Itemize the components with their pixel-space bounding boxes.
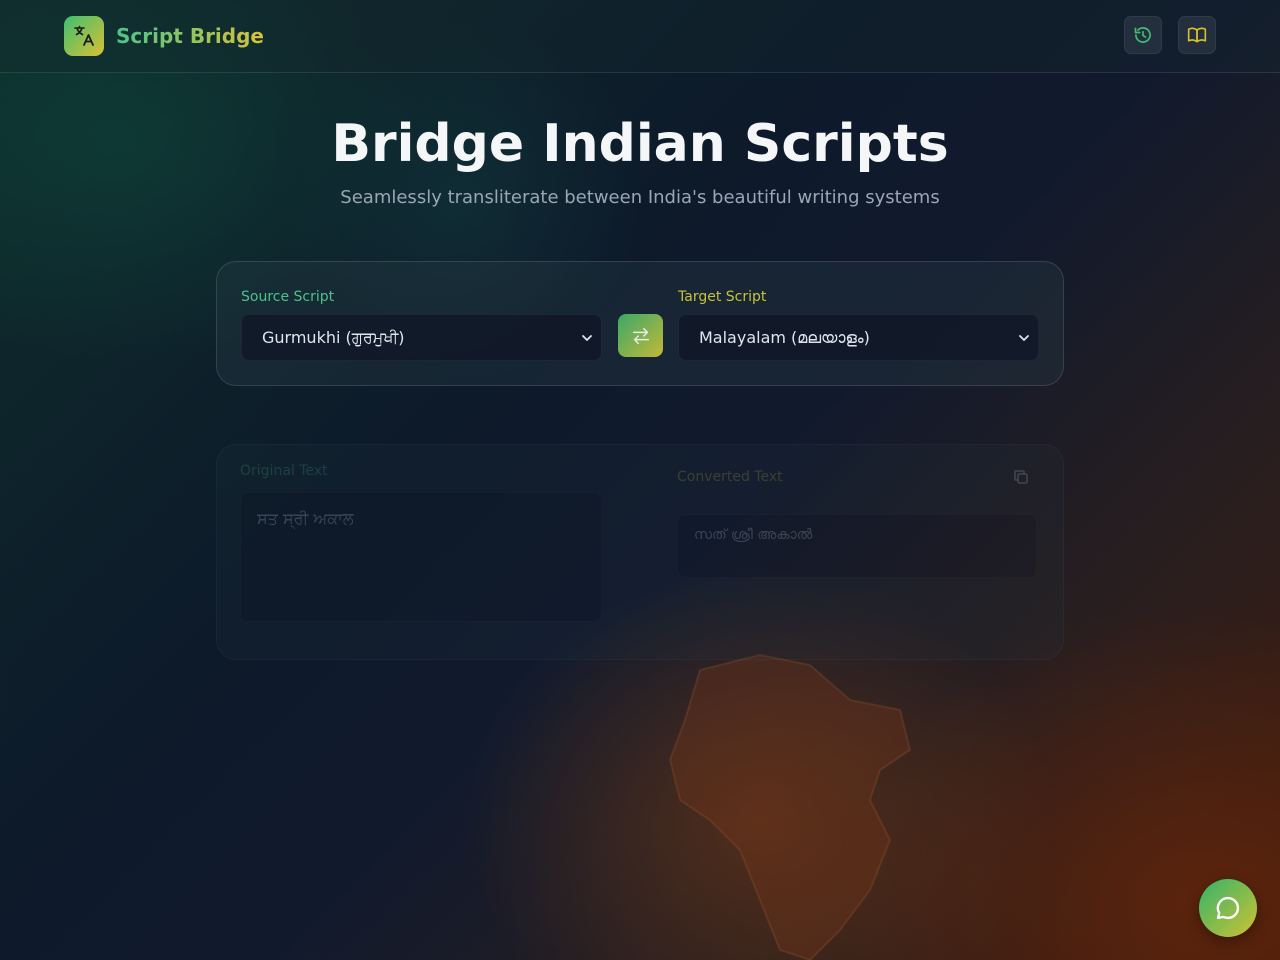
india-map-decoration <box>668 653 912 960</box>
target-script-select[interactable]: Malayalam (മലയാളം) <box>678 314 1039 361</box>
target-script-label: Target Script <box>678 289 767 305</box>
script-selector-panel: Source Script Gurmukhi (ਗੁਰਮੁਖੀ) Target … <box>216 261 1064 386</box>
page-title: Bridge Indian Scripts <box>331 114 949 174</box>
swap-arrows-icon <box>632 327 649 344</box>
source-script-value: Gurmukhi (ਗੁਰਮੁਖੀ) <box>262 327 405 347</box>
source-script-label: Source Script <box>241 289 335 305</box>
page-subtitle: Seamlessly transliterate between India's… <box>340 187 940 208</box>
history-button[interactable] <box>1124 16 1162 54</box>
translate-icon <box>74 25 94 46</box>
converted-text-label: Converted Text <box>677 469 783 485</box>
guide-button[interactable] <box>1178 16 1216 54</box>
chat-button[interactable] <box>1199 879 1257 937</box>
book-icon <box>1187 27 1207 43</box>
chevron-down-icon <box>1019 335 1029 341</box>
chat-bubble-icon <box>1216 896 1240 920</box>
swap-scripts-button[interactable] <box>618 314 663 357</box>
chevron-down-icon <box>582 335 592 341</box>
history-icon <box>1134 27 1151 43</box>
top-header: Script Bridge <box>0 0 1280 73</box>
source-script-select[interactable]: Gurmukhi (ਗੁਰਮੁਖੀ) <box>241 314 602 361</box>
target-script-value: Malayalam (മലയാളം) <box>699 327 870 347</box>
logo[interactable] <box>64 16 104 56</box>
original-text-input[interactable]: ਸਤ ਸ੍ਰੀ ਅਕਾਲ <box>240 492 602 622</box>
brand-name[interactable]: Script Bridge <box>116 24 264 48</box>
original-text-label: Original Text <box>240 463 328 479</box>
copy-icon[interactable] <box>1012 468 1030 486</box>
converted-text-output: സത് ശ്രീ അകാൽ <box>677 514 1037 578</box>
transliteration-editor: Original Text ਸਤ ਸ੍ਰੀ ਅਕਾਲ Converted Tex… <box>216 444 1064 660</box>
